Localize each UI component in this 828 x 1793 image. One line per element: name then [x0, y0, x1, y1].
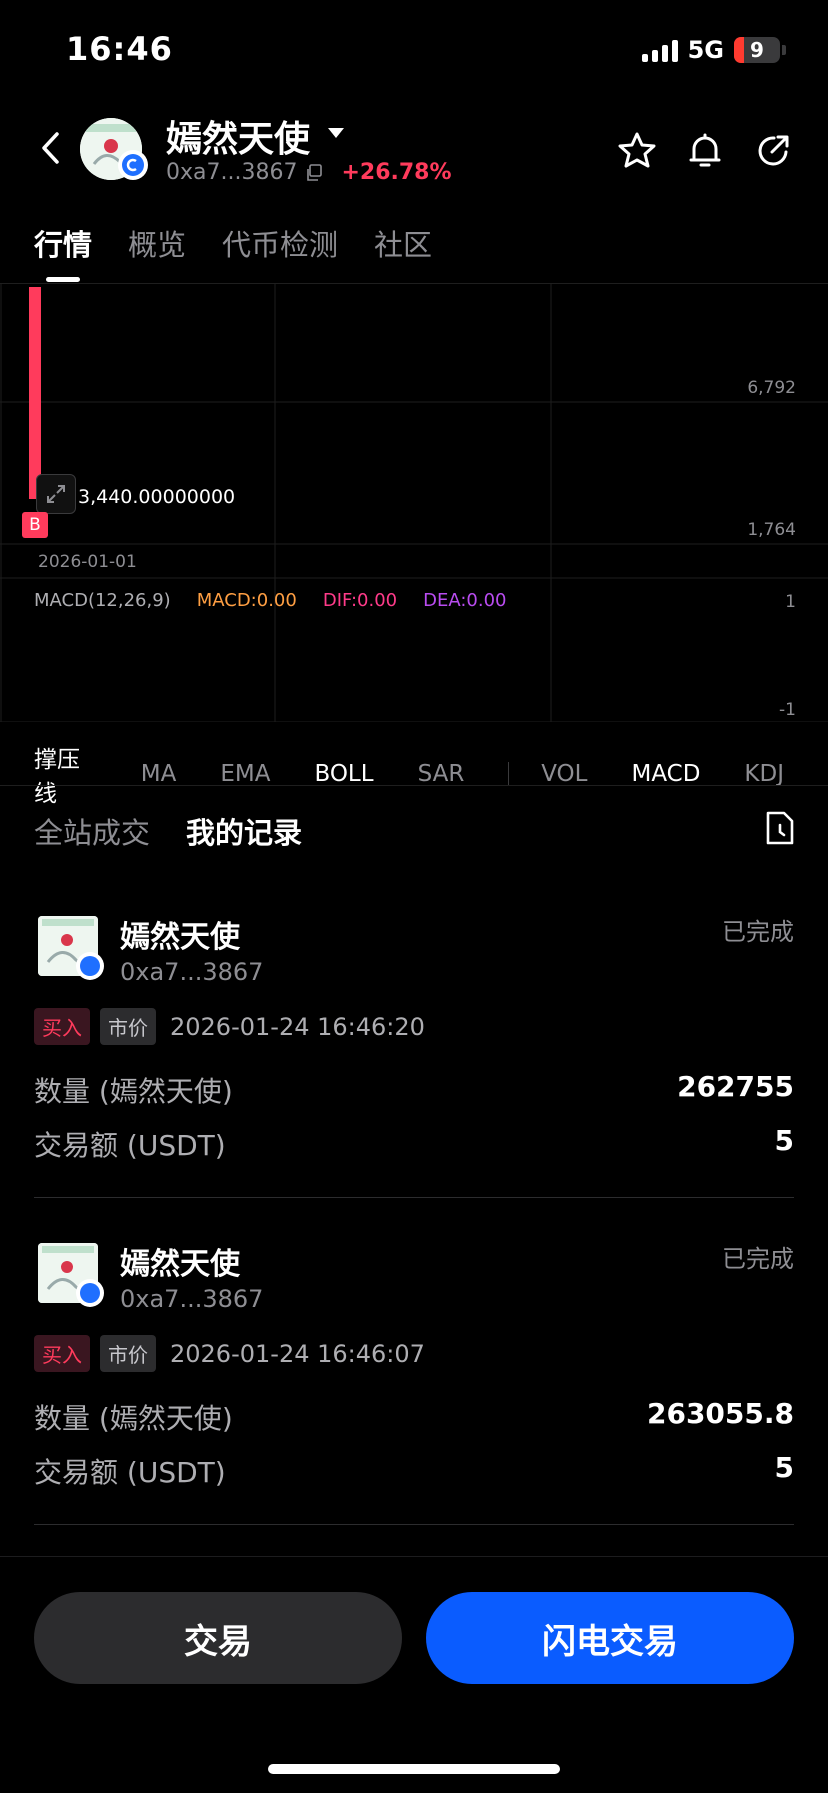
order-type-badge: 市价: [100, 1008, 156, 1045]
tab-my-records[interactable]: 我的记录: [186, 810, 302, 852]
bell-icon[interactable]: [684, 130, 726, 172]
tab-all-trades[interactable]: 全站成交: [34, 810, 150, 852]
y-axis-high: 6,792: [747, 378, 796, 398]
tab-community[interactable]: 社区: [374, 222, 432, 264]
side-badge: 买入: [34, 1335, 90, 1372]
record-token-address: 0xa7...3867: [120, 958, 264, 986]
quantity-value: 262755: [677, 1070, 794, 1103]
divider: [34, 1524, 794, 1525]
y-axis-low: 1,764: [747, 520, 796, 540]
record-token-name: 嫣然天使: [120, 920, 240, 955]
chevron-down-icon[interactable]: [328, 128, 344, 138]
candle-bar: [29, 287, 41, 499]
x-axis-date: 2026-01-01: [38, 552, 137, 572]
status-indicators: 5G 9: [641, 36, 786, 64]
quantity-label: 数量 (嫣然天使): [34, 1402, 233, 1435]
tab-market[interactable]: 行情: [34, 222, 92, 264]
indicator-ema[interactable]: EMA: [220, 761, 270, 787]
indicator-separator: [508, 762, 510, 786]
dif-value: DIF:0.00: [322, 590, 398, 611]
expand-icon[interactable]: [36, 474, 76, 514]
macd-axis-bottom: -1: [779, 700, 796, 720]
indicator-kdj[interactable]: KDJ: [744, 761, 784, 787]
indicator-ma[interactable]: MA: [141, 761, 177, 787]
battery-level: 9: [750, 38, 764, 62]
order-type-badge: 市价: [100, 1335, 156, 1372]
tab-indicator: [46, 277, 80, 282]
divider: [34, 1197, 794, 1198]
trade-button[interactable]: 交易: [34, 1592, 402, 1684]
indicator-support-resistance[interactable]: 撑压线: [34, 740, 97, 808]
record-token-address: 0xa7...3867: [120, 1285, 264, 1313]
main-tabs: 行情 概览 代币检测 社区: [34, 222, 432, 264]
star-icon[interactable]: [616, 130, 658, 172]
token-address: 0xa7...3867: [166, 160, 298, 185]
indicator-selector: 撑压线 MA EMA BOLL SAR VOL MACD KDJ: [34, 740, 828, 808]
record-token-name: 嫣然天使: [120, 1247, 240, 1282]
status-time: 16:46: [66, 30, 173, 68]
share-icon[interactable]: [752, 130, 794, 172]
macd-value: MACD:0.00: [196, 590, 297, 611]
divider: [0, 785, 828, 786]
chain-badge-icon: [76, 952, 104, 980]
home-indicator[interactable]: [268, 1764, 560, 1774]
buy-marker[interactable]: B: [22, 512, 48, 538]
macd-legend: MACD(12,26,9) MACD:0.00 DIF:0.00 DEA:0.0…: [34, 590, 506, 611]
indicator-vol[interactable]: VOL: [541, 761, 587, 787]
amount-value: 5: [774, 1451, 794, 1484]
amount-label: 交易额 (USDT): [34, 1456, 226, 1489]
record-card[interactable]: 嫣然天使 0xa7...3867 已完成 买入 市价 2026-01-24 16…: [34, 1231, 794, 1527]
indicator-macd[interactable]: MACD: [631, 761, 700, 787]
records-tabs: 全站成交 我的记录: [34, 810, 302, 852]
tab-overview[interactable]: 概览: [128, 222, 186, 264]
chain-badge-icon: [118, 150, 148, 180]
record-status: 已完成: [722, 1245, 794, 1273]
macd-axis-top: 1: [785, 592, 796, 612]
flash-trade-button[interactable]: 闪电交易: [426, 1592, 794, 1684]
price-change: +26.78%: [341, 160, 452, 185]
indicator-boll[interactable]: BOLL: [314, 761, 373, 787]
amount-value: 5: [774, 1124, 794, 1157]
side-badge: 买入: [34, 1008, 90, 1045]
back-icon[interactable]: [32, 128, 72, 168]
battery-icon: 9: [734, 37, 786, 63]
dea-value: DEA:0.00: [423, 590, 507, 611]
tab-token-check[interactable]: 代币检测: [222, 222, 338, 264]
chain-badge-icon: [76, 1279, 104, 1307]
record-time: 2026-01-24 16:46:20: [170, 1012, 425, 1041]
record-status: 已完成: [722, 918, 794, 946]
token-address-row: 0xa7...3867 +26.78%: [166, 160, 452, 185]
macd-name: MACD(12,26,9): [34, 590, 171, 611]
indicator-sar[interactable]: SAR: [418, 761, 465, 787]
copy-icon[interactable]: [305, 163, 323, 182]
history-icon[interactable]: [764, 810, 796, 846]
token-name[interactable]: 嫣然天使: [166, 110, 310, 162]
quantity-value: 263055.8: [646, 1397, 794, 1430]
record-time: 2026-01-24 16:46:07: [170, 1339, 425, 1368]
amount-label: 交易额 (USDT): [34, 1129, 226, 1162]
signal-icon: [641, 38, 678, 62]
record-card[interactable]: 嫣然天使 0xa7...3867 已完成 买入 市价 2026-01-24 16…: [34, 904, 794, 1200]
network-label: 5G: [687, 36, 724, 64]
quantity-label: 数量 (嫣然天使): [34, 1075, 233, 1108]
price-label: 3,440.00000000: [78, 486, 236, 508]
